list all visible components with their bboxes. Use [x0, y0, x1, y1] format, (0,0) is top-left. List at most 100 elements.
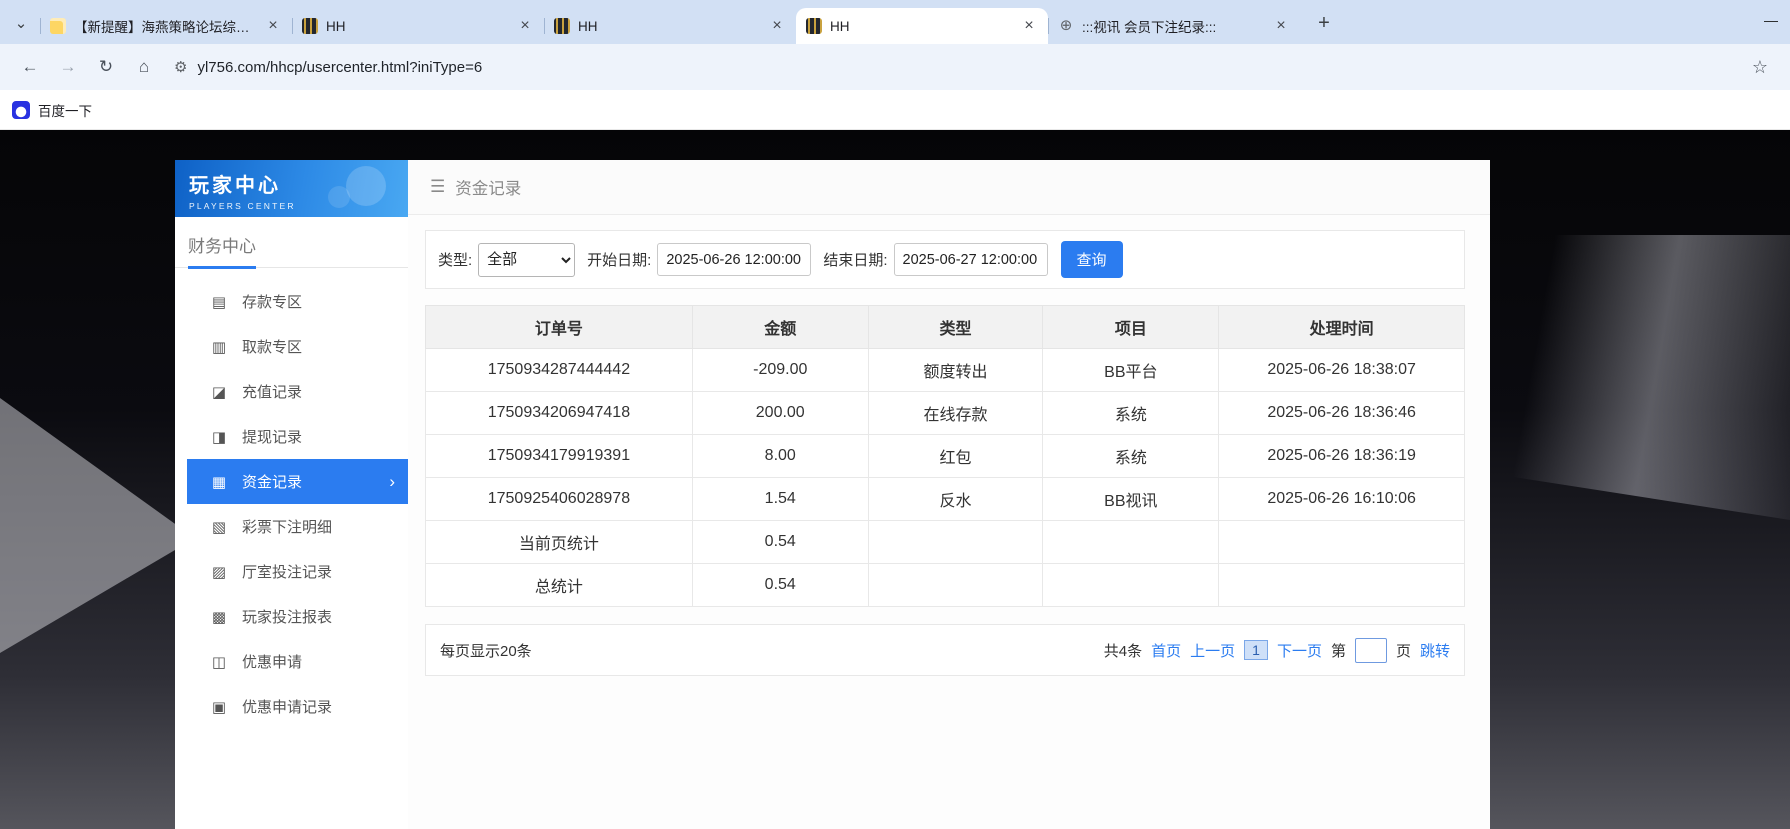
cell-order-number: 1750925406028978 — [426, 478, 693, 521]
hh-favicon-icon — [806, 18, 822, 34]
page-title: 资金记录 — [455, 175, 521, 199]
cell-amount: -209.00 — [692, 349, 868, 392]
bookmark-baidu[interactable]: 百度一下 — [38, 100, 92, 120]
cell-empty — [1043, 521, 1219, 564]
plus-icon: + — [1318, 12, 1330, 35]
query-button[interactable]: 查询 — [1061, 241, 1123, 278]
first-page-link[interactable]: 首页 — [1151, 640, 1181, 661]
baidu-favicon-icon — [12, 101, 30, 119]
col-amount: 金额 — [692, 306, 868, 349]
page-background: 玩家中心 PLAYERS CENTER 财务中心 ▤ 存款专区 ▥ 取款专区 ◪… — [0, 130, 1790, 829]
background-shape — [1460, 235, 1790, 520]
jump-button[interactable]: 跳转 — [1420, 640, 1450, 661]
back-icon: ← — [22, 57, 39, 77]
hall-bet-record-icon: ▨ — [210, 563, 228, 581]
sidebar-item-deposit-zone[interactable]: ▤ 存款专区 — [175, 279, 408, 324]
forward-icon: → — [60, 57, 77, 77]
cell-order-number: 1750934287444442 — [426, 349, 693, 392]
background-shape — [0, 398, 195, 653]
close-icon[interactable]: × — [1020, 17, 1038, 35]
window-minimize-button[interactable]: — — [1764, 12, 1778, 28]
sidebar-item-promo-application[interactable]: ◫ 优惠申请 — [175, 639, 408, 684]
cell-process-time: 2025-06-26 18:38:07 — [1219, 349, 1465, 392]
jump-label-pre: 第 — [1331, 640, 1346, 661]
close-icon[interactable]: × — [768, 17, 786, 35]
tab-forum[interactable]: 【新提醒】海燕策略论坛综合交 × — [40, 8, 292, 44]
prev-page-link[interactable]: 上一页 — [1190, 640, 1235, 661]
close-icon[interactable]: × — [1272, 17, 1290, 35]
sidebar: 玩家中心 PLAYERS CENTER 财务中心 ▤ 存款专区 ▥ 取款专区 ◪… — [175, 160, 408, 829]
start-date-input[interactable] — [657, 243, 811, 276]
sidebar-item-promo-application-records[interactable]: ▣ 优惠申请记录 — [175, 684, 408, 729]
cell-amount: 8.00 — [692, 435, 868, 478]
tab-title: HH — [326, 19, 508, 34]
cell-empty — [868, 564, 1043, 607]
address-bar[interactable]: ⚙ yl756.com/hhcp/usercenter.html?iniType… — [166, 57, 1776, 78]
sidebar-item-withdraw-zone[interactable]: ▥ 取款专区 — [175, 324, 408, 369]
sidebar-menu: ▤ 存款专区 ▥ 取款专区 ◪ 充值记录 ◨ 提现记录 ▦ 资金记录 — [175, 268, 408, 729]
sidebar-item-lottery-bet-details[interactable]: ▧ 彩票下注明细 — [175, 504, 408, 549]
type-select[interactable]: 全部 — [478, 243, 575, 277]
pagination-bar: 每页显示20条 共4条 首页 上一页 1 下一页 第 页 跳转 — [425, 624, 1465, 676]
tab-search-button[interactable]: ⌄ — [8, 10, 34, 36]
back-button[interactable]: ← — [14, 51, 46, 83]
bookmarks-bar: 百度一下 — [0, 90, 1790, 130]
sidebar-item-funds-records[interactable]: ▦ 资金记录 › — [187, 459, 408, 504]
tab-strip: ⌄ 【新提醒】海燕策略论坛综合交 × HH × HH × HH × ⊕ :::视… — [0, 0, 1790, 44]
table-row: 1750934179919391 8.00 红包 系统 2025-06-26 1… — [426, 435, 1465, 478]
browser-toolbar: ← → ↻ ⌂ ⚙ yl756.com/hhcp/usercenter.html… — [0, 44, 1790, 90]
next-page-link[interactable]: 下一页 — [1277, 640, 1322, 661]
tab-hh-1[interactable]: HH × — [292, 8, 544, 44]
decor-circle — [346, 166, 386, 206]
menu-icon: ☰ — [430, 177, 445, 197]
hh-favicon-icon — [554, 18, 570, 34]
hh-favicon-icon — [302, 18, 318, 34]
cell-empty — [868, 521, 1043, 564]
cell-order-number: 1750934206947418 — [426, 392, 693, 435]
col-process-time: 处理时间 — [1219, 306, 1465, 349]
close-icon[interactable]: × — [516, 17, 534, 35]
current-page-indicator[interactable]: 1 — [1244, 640, 1268, 660]
site-info-icon[interactable]: ⚙ — [174, 58, 187, 76]
tab-search-icon: ⌄ — [15, 14, 28, 32]
sidebar-item-label: 充值记录 — [242, 381, 302, 402]
home-icon: ⌂ — [139, 57, 149, 77]
tab-video-bets[interactable]: ⊕ :::视讯 会员下注纪录::: × — [1048, 8, 1300, 44]
table-header-row: 订单号 金额 类型 项目 处理时间 — [426, 306, 1465, 349]
cell-empty — [1043, 564, 1219, 607]
new-tab-button[interactable]: + — [1310, 9, 1338, 37]
sidebar-item-label: 玩家投注报表 — [242, 606, 332, 627]
withdraw-icon: ▥ — [210, 338, 228, 356]
page-size-text: 每页显示20条 — [440, 640, 532, 661]
forward-button[interactable]: → — [52, 51, 84, 83]
sidebar-item-recharge-records[interactable]: ◪ 充值记录 — [175, 369, 408, 414]
sidebar-item-withdrawal-records[interactable]: ◨ 提现记录 — [175, 414, 408, 459]
sidebar-item-hall-bet-records[interactable]: ▨ 厅室投注记录 — [175, 549, 408, 594]
bookmark-star-icon[interactable]: ☆ — [1752, 57, 1768, 78]
reload-button[interactable]: ↻ — [90, 51, 122, 83]
pagination-controls: 共4条 首页 上一页 1 下一页 第 页 跳转 — [1104, 638, 1450, 663]
tab-title: 【新提醒】海燕策略论坛综合交 — [74, 16, 256, 36]
table-row: 1750934287444442 -209.00 额度转出 BB平台 2025-… — [426, 349, 1465, 392]
cell-project: 系统 — [1043, 392, 1219, 435]
tab-hh-2[interactable]: HH × — [544, 8, 796, 44]
url-text[interactable]: yl756.com/hhcp/usercenter.html?iniType=6 — [197, 59, 482, 76]
cell-process-time: 2025-06-26 18:36:19 — [1219, 435, 1465, 478]
end-date-input[interactable] — [894, 243, 1048, 276]
home-button[interactable]: ⌂ — [128, 51, 160, 83]
main-header: ☰ 资金记录 — [408, 160, 1490, 215]
sidebar-item-label: 存款专区 — [242, 291, 302, 312]
jump-label-post: 页 — [1396, 640, 1411, 661]
cell-type: 额度转出 — [868, 349, 1043, 392]
forum-favicon-icon — [50, 18, 66, 34]
page-jump-input[interactable] — [1355, 638, 1387, 663]
funds-records-table: 订单号 金额 类型 项目 处理时间 1750934287444442 -209.… — [425, 305, 1465, 607]
chevron-right-icon: › — [389, 472, 395, 492]
type-label: 类型: — [438, 249, 472, 270]
withdrawal-record-icon: ◨ — [210, 428, 228, 446]
close-icon[interactable]: × — [264, 17, 282, 35]
col-type: 类型 — [868, 306, 1043, 349]
tab-hh-active[interactable]: HH × — [796, 8, 1048, 44]
sidebar-item-label: 彩票下注明细 — [242, 516, 332, 537]
sidebar-item-player-bet-report[interactable]: ▩ 玩家投注报表 — [175, 594, 408, 639]
